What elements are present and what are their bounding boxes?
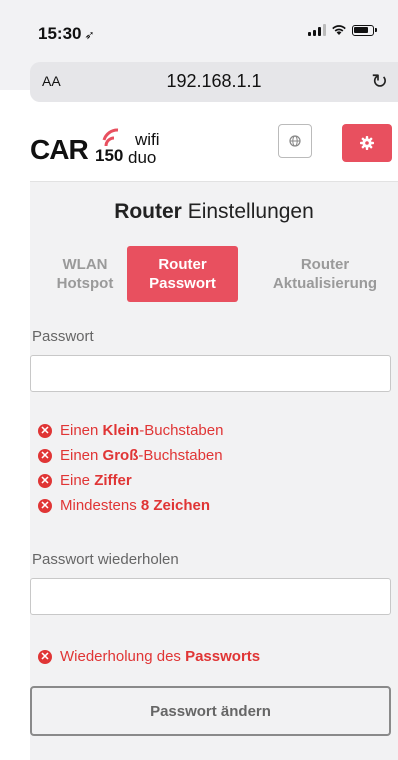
router-settings-panel: Router Einstellungen WLAN Hotspot Router…: [30, 182, 398, 760]
tab-label-line2: Aktualisierung: [272, 275, 378, 292]
gear-icon: [360, 136, 374, 150]
change-password-button[interactable]: Passwort ändern: [30, 686, 391, 736]
times-circle-icon: ✕: [38, 448, 52, 463]
signal-icon: [308, 24, 326, 36]
tab-label-line1: Router: [300, 256, 350, 273]
language-button[interactable]: [278, 124, 312, 158]
location-icon: ➶: [84, 28, 95, 42]
times-circle-icon: ✕: [38, 423, 52, 438]
status-time-text: 15:30: [38, 24, 82, 43]
logo-model-text: 150: [95, 146, 124, 165]
car150-logo: CAR 150 wifi duo: [30, 124, 180, 167]
tab-label-line1: Router: [158, 256, 207, 273]
requirement-digit: ✕ Eine Ziffer: [38, 472, 132, 489]
page-title-rest: Einstellungen: [181, 200, 314, 223]
logo-wifi-text: wifi: [135, 130, 160, 149]
requirement-lowercase: ✕ Einen Klein-Buchstaben: [38, 422, 223, 439]
browser-address-bar[interactable]: AA 192.168.1.1 ↻: [30, 62, 398, 102]
requirement-text: Mindestens 8 Zeichen: [60, 497, 211, 514]
tab-label-line1: WLAN: [62, 256, 108, 273]
page-title-bold: Router: [114, 200, 182, 223]
tab-wlan-hotspot[interactable]: WLAN Hotspot: [30, 246, 140, 302]
status-time: 15:30 ➶: [38, 24, 95, 44]
times-circle-icon: ✕: [38, 473, 52, 488]
app-header: CAR 150 wifi duo: [30, 112, 398, 182]
password-repeat-label: Passwort wiederholen: [32, 551, 179, 568]
requirement-min-length: ✕ Mindestens 8 Zeichen: [38, 497, 210, 514]
wifi-icon: [332, 25, 346, 35]
requirement-text: Eine Ziffer: [60, 472, 132, 489]
battery-icon: [352, 24, 377, 36]
reload-icon[interactable]: ↻: [371, 69, 388, 94]
password-input[interactable]: [30, 355, 391, 392]
times-circle-icon: ✕: [38, 649, 52, 664]
tab-label-line2: Passwort: [149, 275, 216, 292]
requirement-text: Einen Groß-Buchstaben: [60, 447, 223, 464]
status-indicators: [308, 24, 377, 36]
requirement-repeat-match: ✕ Wiederholung des Passworts: [38, 648, 260, 665]
password-repeat-input[interactable]: [30, 578, 391, 615]
page-title: Router Einstellungen: [30, 200, 398, 224]
tab-router-aktualisierung[interactable]: Router Aktualisierung: [250, 246, 398, 302]
logo-car-text: CAR: [30, 134, 89, 165]
requirement-text: Wiederholung des Passworts: [60, 648, 261, 665]
settings-button[interactable]: [342, 124, 392, 162]
requirement-uppercase: ✕ Einen Groß-Buchstaben: [38, 447, 223, 464]
logo-duo-text: duo: [128, 148, 157, 167]
times-circle-icon: ✕: [38, 498, 52, 513]
tab-router-passwort[interactable]: Router Passwort: [127, 246, 238, 302]
password-label: Passwort: [32, 328, 94, 345]
tab-label-line2: Hotspot: [56, 275, 114, 292]
globe-icon: [289, 135, 301, 147]
url-text[interactable]: 192.168.1.1: [30, 71, 398, 92]
requirement-text: Einen Klein-Buchstaben: [60, 422, 224, 439]
